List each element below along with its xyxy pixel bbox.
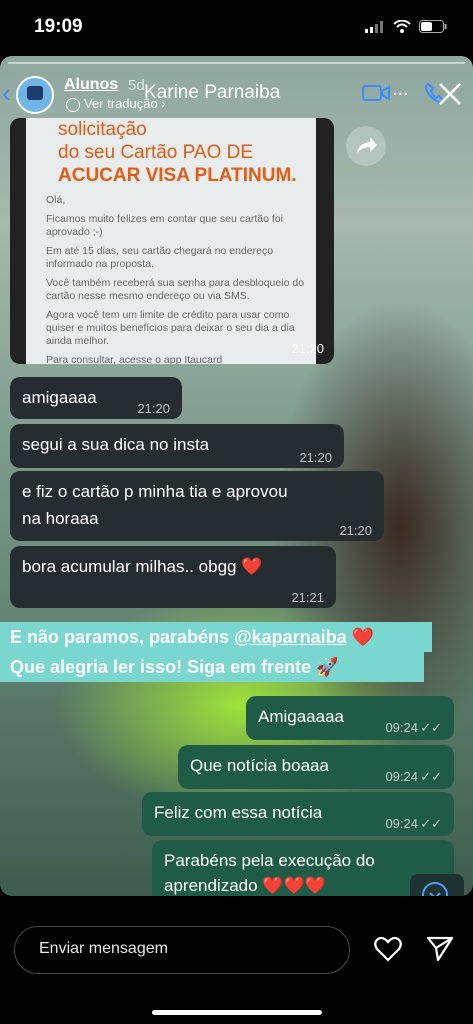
scroll-down-button[interactable] — [410, 874, 464, 896]
caption-text: E não paramos, parabéns — [10, 627, 235, 647]
status-bar: 19:09 — [0, 0, 473, 56]
message-input[interactable]: Enviar mensagem — [14, 926, 350, 974]
story-age: 5d — [128, 77, 145, 94]
status-icons — [365, 20, 447, 33]
caption-mention[interactable]: @kaparnaiba — [234, 627, 347, 647]
story-caption: Que alegria ler isso! Siga em frente 🚀 — [0, 652, 424, 682]
outgoing-message[interactable]: Parabéns pela execução do aprendizado ❤️… — [152, 840, 454, 896]
share-button[interactable] — [346, 126, 386, 166]
story-reply-bar: Enviar mensagem — [0, 896, 473, 1024]
incoming-message[interactable]: bora acumular milhas.. obgg ❤️ 21:21 — [10, 546, 336, 608]
email-title: solicitação do seu Cartão PAO DE ACUCAR … — [58, 118, 308, 187]
email-paragraph: Para consultar, acesse o app Itaucard — [46, 354, 223, 364]
message-text: Feliz com essa notícia — [154, 803, 323, 822]
message-text: e fiz o cartão p minha tia e aprovou — [22, 482, 288, 501]
double-check-icon: ✓✓ — [420, 720, 442, 735]
email-title-line3: ACUCAR VISA PLATINUM. — [58, 165, 297, 186]
email-paragraph: Olá, — [46, 194, 66, 206]
story-username[interactable]: Alunos — [64, 76, 118, 94]
outgoing-message[interactable]: Que notícia boaaa 09:24 ✓✓ — [178, 745, 454, 789]
email-title-line2: do seu Cartão PAO DE — [58, 142, 254, 163]
message-text: na horaaa — [22, 509, 99, 528]
email-paragraph: Ficamos muito felizes em contar que seu … — [46, 213, 283, 238]
email-paragraph: Você também receberá sua senha para desb… — [46, 277, 305, 302]
status-time: 19:09 — [34, 16, 83, 37]
more-options-button[interactable]: ... — [392, 78, 409, 101]
message-text: segui a sua dica no insta — [22, 435, 210, 454]
story-header: ‹ Alunos 5d Ver tradução › Karine Parnai… — [0, 68, 473, 118]
message-time: 21:20 — [339, 523, 372, 538]
message-time: 09:24 — [385, 720, 418, 735]
story-caption: E não paramos, parabéns @kaparnaiba ❤️ — [0, 622, 432, 652]
email-body: Olá, Ficamos muito felizes em contar que… — [46, 194, 314, 364]
send-icon[interactable] — [426, 936, 454, 962]
heart-icon[interactable] — [374, 936, 402, 962]
outgoing-message[interactable]: Feliz com essa notícia 09:24 ✓✓ — [142, 792, 454, 836]
message-input-placeholder: Enviar mensagem — [39, 940, 168, 957]
incoming-message[interactable]: amigaaaa 21:20 — [10, 377, 182, 419]
message-text: bora acumular milhas.. obgg ❤️ — [22, 557, 263, 576]
story-progress-bar — [8, 62, 465, 64]
image-message[interactable]: solicitação do seu Cartão PAO DE ACUCAR … — [10, 118, 334, 364]
share-icon — [357, 137, 377, 153]
story-viewer[interactable]: ‹ Alunos 5d Ver tradução › Karine Parnai… — [0, 56, 473, 896]
signal-icon — [365, 20, 383, 33]
message-time: 21:21 — [291, 590, 324, 605]
double-check-icon: ✓✓ — [420, 816, 442, 831]
incoming-message[interactable]: segui a sua dica no insta 21:20 — [10, 424, 344, 468]
message-time: 21:20 — [291, 341, 324, 356]
email-paragraph: Agora você tem um limite de crédito para… — [46, 309, 295, 347]
caption-text: ❤️ — [346, 627, 375, 647]
chat-contact-name: Karine Parnaiba — [144, 82, 281, 103]
double-check-icon: ✓✓ — [420, 769, 442, 784]
incoming-message[interactable]: e fiz o cartão p minha tia e aprovou na … — [10, 471, 384, 541]
message-time: 21:20 — [299, 450, 332, 465]
avatar[interactable] — [16, 76, 54, 114]
message-text: aprendizado ❤️❤️❤️ — [164, 876, 326, 895]
scroll-down-icon — [422, 882, 448, 896]
email-paragraph: Em até 15 dias, seu cartão chegará no en… — [46, 245, 274, 270]
message-time: 21:20 — [137, 401, 170, 416]
wifi-icon — [393, 20, 411, 33]
back-icon[interactable]: ‹ — [2, 78, 11, 109]
message-text: Que notícia boaaa — [190, 756, 329, 775]
video-call-icon — [362, 85, 390, 101]
battery-icon — [419, 20, 447, 33]
email-screenshot: solicitação do seu Cartão PAO DE ACUCAR … — [26, 118, 316, 364]
message-time: 09:24 — [385, 769, 418, 784]
message-text: Amigaaaaa — [258, 707, 345, 726]
caption-text: Que alegria ler isso! Siga em frente 🚀 — [10, 657, 339, 677]
close-icon[interactable] — [438, 82, 462, 106]
email-title-line1: solicitação — [58, 119, 147, 140]
home-indicator — [152, 1010, 322, 1015]
message-time: 09:24 — [385, 816, 418, 831]
message-text: Parabéns pela execução do — [164, 851, 375, 870]
message-text: amigaaaa — [22, 388, 97, 407]
outgoing-message[interactable]: Amigaaaaa 09:24 ✓✓ — [246, 696, 454, 740]
